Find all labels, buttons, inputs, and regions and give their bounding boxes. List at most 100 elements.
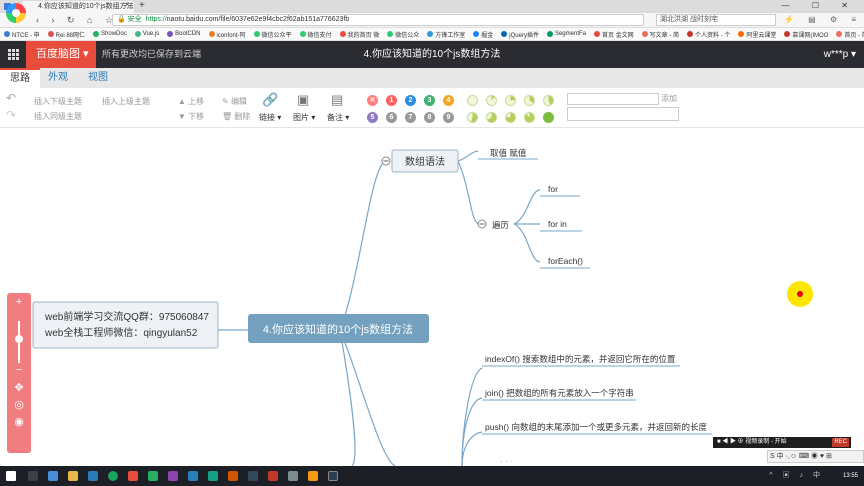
extension-icons[interactable]: ⚡ ▤ ⚙ ≡: [784, 14, 862, 26]
bookmark-item[interactable]: 首页 金文网: [594, 30, 634, 39]
redo-button[interactable]: ↷: [6, 108, 16, 122]
bookmark-item[interactable]: 微信公众平: [253, 30, 292, 39]
taskbar-folder-icon[interactable]: [68, 471, 78, 481]
priority-5-button[interactable]: 5: [367, 112, 378, 123]
priority-1-button[interactable]: 1: [386, 95, 397, 106]
browser-tab[interactable]: 4.你应该知道的10个js数组方法: [22, 1, 134, 13]
bookmark-item[interactable]: iconfont-阿: [208, 30, 246, 39]
bookmark-item[interactable]: 写文章 - 简: [641, 30, 679, 39]
note-node[interactable]: [32, 301, 219, 349]
image-button[interactable]: 图片 ▾: [293, 112, 315, 123]
node-traverse[interactable]: 遍历: [492, 220, 510, 230]
bookmark-item[interactable]: 微信公众: [387, 30, 419, 39]
taskbar-app3-icon[interactable]: [168, 471, 178, 481]
taskbar-app6-icon[interactable]: [228, 471, 238, 481]
undo-button[interactable]: ↶: [6, 91, 16, 105]
move-down-button[interactable]: ▼ 下移: [178, 111, 204, 122]
zoom-in-button[interactable]: +: [7, 297, 31, 308]
taskbar-app4-icon[interactable]: [188, 471, 198, 481]
taskbar-app11-icon[interactable]: [328, 471, 338, 481]
priority-4-button[interactable]: 4: [443, 95, 454, 106]
user-menu[interactable]: w***p ▾: [824, 41, 856, 68]
node-foreach[interactable]: forEach(): [548, 256, 583, 266]
bookmark-item[interactable]: Rei 88网仁: [47, 30, 85, 39]
brand-menu-button[interactable]: 百度脑图 ▾: [26, 41, 96, 68]
taskbar-wechat-icon[interactable]: [148, 471, 158, 481]
priority-remove-button[interactable]: ✕: [367, 95, 378, 106]
bookmark-item[interactable]: Vue.js: [134, 31, 159, 37]
taskbar-app-icon[interactable]: [48, 471, 58, 481]
apps-grid-icon[interactable]: [0, 41, 26, 68]
move-hand-icon[interactable]: ✥: [7, 383, 31, 394]
insert-child-button[interactable]: 插入下级主题: [34, 96, 82, 107]
progress-q8-icon[interactable]: [524, 112, 535, 123]
bookmark-item[interactable]: 慕课网(IMOO: [784, 30, 828, 39]
tab-idea[interactable]: 思路: [0, 68, 40, 88]
zoom-out-button[interactable]: −: [7, 365, 31, 376]
priority-8-button[interactable]: 8: [424, 112, 435, 123]
progress-q5-icon[interactable]: [467, 112, 478, 123]
window-controls[interactable]: — ☐ ✕: [782, 0, 858, 12]
locate-root-icon[interactable]: ◎: [7, 400, 31, 411]
bookmark-item[interactable]: 我的首页 微: [339, 30, 379, 39]
progress-q2-icon[interactable]: [505, 95, 516, 106]
mindmap-canvas[interactable]: web前端学习交流QQ群：975060847 web全栈工程师微信：qingyu…: [0, 128, 864, 466]
url-field[interactable]: 🔒 安全 https://naotu.baidu.com/file/6037e62…: [112, 14, 644, 26]
outline-eye-icon[interactable]: ◉: [7, 417, 31, 428]
node-for[interactable]: for: [548, 184, 558, 194]
node-join[interactable]: join() 把数组的所有元素放入一个字符串: [484, 388, 634, 398]
move-up-button[interactable]: ▲ 上移: [178, 96, 204, 107]
taskbar-app10-icon[interactable]: [308, 471, 318, 481]
progress-q4-icon[interactable]: [543, 95, 554, 106]
bookmark-item[interactable]: jQuery插件: [501, 30, 539, 39]
priority-7-button[interactable]: 7: [405, 112, 416, 123]
bookmark-item[interactable]: 微信支付: [299, 30, 332, 39]
tab-close-icon[interactable]: ×: [125, 0, 130, 9]
insert-parent-button[interactable]: 插入上级主题: [102, 96, 150, 107]
bookmark-item[interactable]: 个人资料 - 个: [687, 30, 730, 39]
progress-q6-icon[interactable]: [486, 112, 497, 123]
link-button[interactable]: 链接 ▾: [259, 112, 281, 123]
note-button[interactable]: 备注 ▾: [327, 112, 349, 123]
priority-9-button[interactable]: 9: [443, 112, 454, 123]
recorder-bar[interactable]: ■ ◀ ▶ ⊕ 视频录制 - 开始 REC: [713, 437, 851, 448]
priority-3-button[interactable]: 3: [424, 95, 435, 106]
insert-sibling-button[interactable]: 插入同级主题: [34, 111, 82, 122]
ime-toolbar[interactable]: S 中 ·,☺ ⌨ ◉ ♥ ⊞: [767, 450, 864, 463]
zoom-slider-knob[interactable]: [15, 335, 23, 343]
new-tab-button[interactable]: +: [139, 0, 145, 12]
progress-q7-icon[interactable]: [505, 112, 516, 123]
start-windows-icon[interactable]: [6, 471, 16, 481]
progress-done-icon[interactable]: [543, 112, 554, 123]
tab-appearance[interactable]: 外观: [38, 68, 78, 88]
taskbar-app2-icon[interactable]: [128, 471, 138, 481]
taskbar-app8-icon[interactable]: [268, 471, 278, 481]
tab-view[interactable]: 视图: [78, 68, 118, 88]
bookmark-item[interactable]: BootCDN: [167, 31, 201, 37]
node-indexof[interactable]: indexOf() 搜索数组中的元素，并返回它所在的位置: [485, 354, 676, 364]
taskbar-app5-icon[interactable]: [208, 471, 218, 481]
system-tray[interactable]: ^ ▣ ♪ 中: [769, 466, 824, 486]
progress-none-icon[interactable]: [467, 95, 478, 106]
progress-q3-icon[interactable]: [524, 95, 535, 106]
node-get-set[interactable]: 取值 赋值: [490, 148, 527, 158]
resource-list[interactable]: [567, 107, 679, 121]
edit-button[interactable]: ✎ 编辑: [222, 96, 247, 107]
node-push[interactable]: push() 向数组的末尾添加一个或更多元素，并返回新的长度: [485, 422, 707, 432]
bookmark-item[interactable]: 首页 - 简书: [836, 30, 864, 39]
browser-search-input[interactable]: 湖北洪湖 战时刻宅: [656, 14, 776, 26]
priority-6-button[interactable]: 6: [386, 112, 397, 123]
taskbar-app9-icon[interactable]: [288, 471, 298, 481]
progress-q1-icon[interactable]: [486, 95, 497, 106]
bookmark-item[interactable]: 阿里云课堂: [738, 30, 776, 39]
taskbar-ie-icon[interactable]: [88, 471, 98, 481]
bookmark-item[interactable]: 掘金: [473, 30, 493, 39]
add-resource-button[interactable]: 添加: [659, 93, 679, 105]
bookmark-item[interactable]: NTCE - 申: [4, 30, 40, 39]
taskbar-app7-icon[interactable]: [248, 471, 258, 481]
taskbar-chrome-icon[interactable]: [108, 471, 118, 481]
priority-2-button[interactable]: 2: [405, 95, 416, 106]
node-for-in[interactable]: for in: [548, 219, 567, 229]
bookmark-item[interactable]: ShowDoc: [93, 31, 127, 37]
delete-button[interactable]: 🗑 删除: [222, 111, 250, 122]
